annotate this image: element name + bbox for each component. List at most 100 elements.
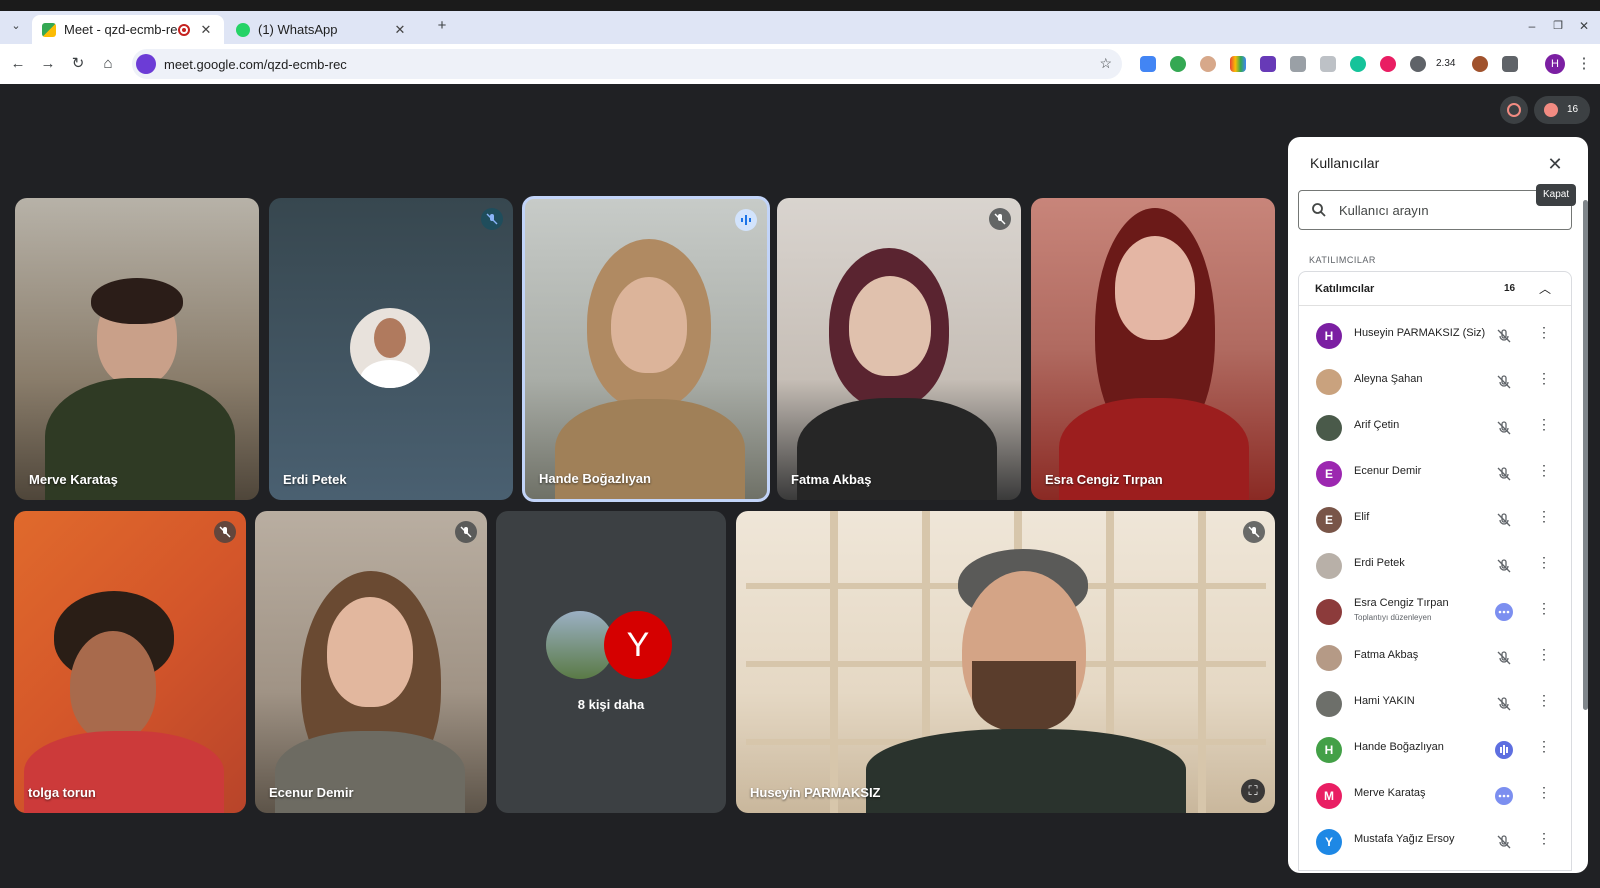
- minimize-button[interactable]: –: [1520, 14, 1544, 38]
- mic-off-icon[interactable]: [1495, 327, 1513, 345]
- puzzle-extensions-icon[interactable]: [1502, 56, 1518, 72]
- row-menu-icon[interactable]: ⋮: [1537, 738, 1551, 755]
- browser-toolbar: ← → ↻ ⌂ meet.google.com/qzd-ecmb-rec ☆ 2…: [0, 44, 1600, 84]
- participant-row[interactable]: Y Mustafa Yağız Ersoy ⋮: [1299, 818, 1571, 864]
- more-options-bubble-icon[interactable]: [1495, 603, 1513, 621]
- participants-group-header[interactable]: Katılımcılar 16 ︿: [1299, 272, 1571, 306]
- person-face: [849, 276, 931, 376]
- more-participants-tile[interactable]: Y 8 kişi daha: [496, 511, 726, 813]
- chevron-up-icon[interactable]: ︿: [1539, 280, 1551, 297]
- tab-list-chevron-icon[interactable]: ⌄: [4, 14, 28, 38]
- row-menu-icon[interactable]: ⋮: [1537, 646, 1551, 663]
- participants-toggle-button[interactable]: 16: [1534, 96, 1590, 124]
- restore-button[interactable]: ❐: [1546, 14, 1570, 38]
- avatar: [1316, 553, 1342, 579]
- extension-badge[interactable]: 2.34: [1436, 58, 1455, 69]
- tab-whatsapp[interactable]: (1) WhatsApp ✕: [226, 15, 418, 44]
- speaking-indicator-icon[interactable]: [1495, 741, 1513, 759]
- ip-extension-icon[interactable]: [1290, 56, 1306, 72]
- mic-off-icon[interactable]: [1495, 511, 1513, 529]
- forward-button[interactable]: →: [36, 52, 60, 76]
- speaking-indicator-icon: [735, 209, 757, 231]
- row-menu-icon[interactable]: ⋮: [1537, 324, 1551, 341]
- reload-button[interactable]: ↻: [66, 52, 90, 76]
- mic-off-icon[interactable]: [1495, 695, 1513, 713]
- color-grid-extension-icon[interactable]: [1230, 56, 1246, 72]
- crop-icon[interactable]: ⛶: [1241, 779, 1265, 803]
- row-menu-icon[interactable]: ⋮: [1537, 462, 1551, 479]
- video-tile[interactable]: Erdi Petek: [269, 198, 513, 500]
- row-menu-icon[interactable]: ⋮: [1537, 600, 1551, 617]
- mic-off-icon[interactable]: [1495, 649, 1513, 667]
- browser-menu-icon[interactable]: ⋮: [1572, 52, 1596, 76]
- recording-button[interactable]: [1500, 96, 1528, 124]
- mic-off-icon: [989, 208, 1011, 230]
- bookmark-star-icon[interactable]: ☆: [1099, 55, 1112, 72]
- participant-name: Aleyna Şahan: [1354, 373, 1423, 385]
- home-button[interactable]: ⌂: [96, 52, 120, 76]
- new-tab-button[interactable]: +: [430, 14, 454, 38]
- green-extension-icon[interactable]: [1170, 56, 1186, 72]
- mic-off-icon[interactable]: [1495, 465, 1513, 483]
- row-menu-icon[interactable]: ⋮: [1537, 830, 1551, 847]
- more-participants-label: 8 kişi daha: [577, 697, 645, 712]
- cookie-extension-icon[interactable]: [1472, 56, 1488, 72]
- mic-off-icon[interactable]: [1495, 557, 1513, 575]
- video-tile[interactable]: Ecenur Demir: [255, 511, 487, 813]
- mic-off-icon[interactable]: [1495, 419, 1513, 437]
- participant-row[interactable]: Fatma Akbaş ⋮: [1299, 634, 1571, 680]
- participant-row[interactable]: E Ecenur Demir ⋮: [1299, 450, 1571, 496]
- participant-row[interactable]: M Merve Karataş ⋮: [1299, 772, 1571, 818]
- video-tile-active-speaker[interactable]: Hande Boğazlıyan: [522, 196, 770, 502]
- video-tile[interactable]: tolga torun: [14, 511, 246, 813]
- pink-extension-icon[interactable]: [1380, 56, 1396, 72]
- participant-row[interactable]: Erdi Petek ⋮: [1299, 542, 1571, 588]
- back-button[interactable]: ←: [6, 52, 30, 76]
- close-panel-button[interactable]: ✕: [1540, 149, 1570, 179]
- purple-extension-icon[interactable]: [1260, 56, 1276, 72]
- more-options-bubble-icon[interactable]: [1495, 787, 1513, 805]
- profile-avatar[interactable]: H: [1545, 54, 1565, 74]
- participant-row[interactable]: Arif Çetin ⋮: [1299, 404, 1571, 450]
- participant-search-field[interactable]: [1298, 190, 1572, 230]
- tab-meet[interactable]: Meet - qzd-ecmb-rec ✕: [32, 15, 224, 44]
- participant-name: Huseyin PARMAKSIZ (Siz): [1354, 327, 1486, 339]
- face-extension-icon[interactable]: [1200, 56, 1216, 72]
- mic-off-icon[interactable]: [1495, 833, 1513, 851]
- participant-row[interactable]: Aleyna Şahan ⋮: [1299, 358, 1571, 404]
- person-body: [275, 731, 465, 813]
- address-bar[interactable]: meet.google.com/qzd-ecmb-rec ☆: [132, 49, 1122, 79]
- panel-scrollbar[interactable]: [1583, 200, 1588, 710]
- grammarly-extension-icon[interactable]: [1350, 56, 1366, 72]
- avatar: [350, 308, 430, 388]
- participant-name: Elif: [1354, 511, 1370, 523]
- participant-name: Ecenur Demir: [269, 785, 354, 800]
- row-menu-icon[interactable]: ⋮: [1537, 370, 1551, 387]
- row-menu-icon[interactable]: ⋮: [1537, 692, 1551, 709]
- search-input[interactable]: [1339, 200, 1559, 220]
- row-menu-icon[interactable]: ⋮: [1537, 416, 1551, 433]
- participant-row[interactable]: Esra Cengiz Tırpan Toplantıyı düzenleyen ⋮: [1299, 588, 1571, 634]
- translate-extension-icon[interactable]: [1140, 56, 1156, 72]
- tab-close-icon[interactable]: ✕: [198, 22, 214, 38]
- row-menu-icon[interactable]: ⋮: [1537, 508, 1551, 525]
- red-badge-extension-icon[interactable]: [1410, 56, 1426, 72]
- mic-off-icon: [1243, 521, 1265, 543]
- participant-row[interactable]: Hami YAKIN ⋮: [1299, 680, 1571, 726]
- mic-off-icon[interactable]: [1495, 373, 1513, 391]
- row-menu-icon[interactable]: ⋮: [1537, 554, 1551, 571]
- tab-close-icon[interactable]: ✕: [392, 22, 408, 38]
- participant-row[interactable]: H Huseyin PARMAKSIZ (Siz) ⋮: [1299, 312, 1571, 358]
- video-tile[interactable]: Fatma Akbaş: [777, 198, 1021, 500]
- row-menu-icon[interactable]: ⋮: [1537, 784, 1551, 801]
- people-icon: [1544, 103, 1558, 117]
- video-tile[interactable]: Esra Cengiz Tırpan: [1031, 198, 1275, 500]
- participant-row[interactable]: E Elif ⋮: [1299, 496, 1571, 542]
- video-tile[interactable]: Merve Karataş: [15, 198, 259, 500]
- mic-off-icon: [481, 208, 503, 230]
- window-close-button[interactable]: ✕: [1572, 14, 1596, 38]
- shield-extension-icon[interactable]: [1320, 56, 1336, 72]
- video-tile[interactable]: ⛶ Huseyin PARMAKSIZ: [736, 511, 1275, 813]
- participant-row[interactable]: H Hande Boğazlıyan ⋮: [1299, 726, 1571, 772]
- site-info-icon[interactable]: [136, 54, 156, 74]
